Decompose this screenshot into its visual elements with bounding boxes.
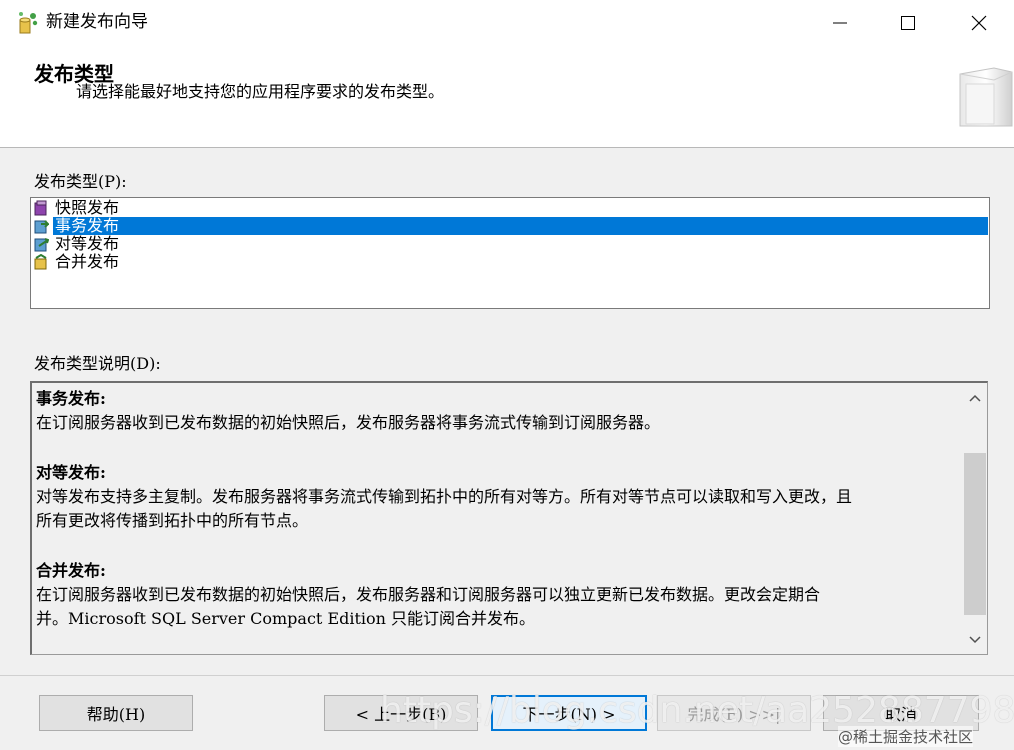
snapshot-publication-icon bbox=[34, 200, 47, 216]
wizard-header: 发布类型 请选择能最好地支持您的应用程序要求的发布类型。 bbox=[0, 46, 1014, 148]
description-content: 事务发布: 在订阅服务器收到已发布数据的初始快照后，发布服务器将事务流式传输到订… bbox=[36, 387, 956, 632]
list-item-label: 对等发布 bbox=[55, 234, 120, 253]
description-textbox[interactable]: 事务发布: 在订阅服务器收到已发布数据的初始快照后，发布服务器将事务流式传输到订… bbox=[30, 381, 988, 655]
description-section-title: 合并发布: bbox=[36, 560, 106, 580]
help-button[interactable]: 帮助(H) bbox=[39, 695, 193, 731]
list-item-label: 事务发布 bbox=[53, 217, 988, 235]
back-button[interactable]: < 上一步(B) bbox=[324, 695, 478, 731]
close-icon bbox=[971, 15, 987, 31]
publication-type-list[interactable]: 快照发布 事务发布 对等发布 合并发布 bbox=[30, 197, 990, 309]
page-subtitle: 请选择能最好地支持您的应用程序要求的发布类型。 bbox=[76, 82, 445, 101]
minimize-button[interactable] bbox=[805, 0, 875, 46]
description-section-title: 事务发布: bbox=[36, 389, 106, 408]
finish-button[interactable]: 完成(F) >>| bbox=[657, 695, 811, 731]
description-text: 并。Microsoft SQL Server Compact Edition 只… bbox=[36, 609, 536, 628]
scroll-up-button[interactable] bbox=[962, 385, 987, 411]
cancel-button[interactable]: 取消 bbox=[823, 695, 979, 731]
description-text: 在订阅服务器收到已发布数据的初始快照后，发布服务器将事务流式传输到订阅服务器。 bbox=[36, 413, 661, 432]
maximize-button[interactable] bbox=[873, 0, 943, 46]
minimize-icon bbox=[833, 22, 847, 24]
publication-wizard-icon bbox=[19, 12, 38, 34]
next-button[interactable]: 下一步(N) > bbox=[491, 695, 647, 731]
list-item-label: 合并发布 bbox=[55, 252, 120, 271]
description-text: 所有更改将传播到拓扑中的所有节点。 bbox=[36, 511, 309, 530]
wizard-graphic-icon bbox=[959, 67, 1013, 127]
description-text: 在订阅服务器收到已发布数据的初始快照后，发布服务器和订阅服务器可以独立更新已发布… bbox=[36, 584, 821, 604]
list-item-peer-to-peer[interactable]: 对等发布 bbox=[32, 235, 988, 253]
footer-divider bbox=[0, 675, 1014, 676]
title-bar: 新建发布向导 bbox=[0, 0, 1014, 46]
maximize-icon bbox=[901, 16, 915, 30]
chevron-down-icon bbox=[969, 636, 981, 644]
list-item-label: 快照发布 bbox=[55, 198, 120, 217]
chevron-up-icon bbox=[969, 394, 981, 402]
close-button[interactable] bbox=[944, 0, 1014, 46]
merge-publication-icon bbox=[34, 254, 47, 270]
publication-type-label: 发布类型(P): bbox=[34, 172, 127, 191]
window-title: 新建发布向导 bbox=[46, 12, 148, 32]
description-scrollbar[interactable] bbox=[962, 383, 987, 654]
description-section-title: 对等发布: bbox=[36, 462, 106, 482]
list-item-merge[interactable]: 合并发布 bbox=[32, 253, 988, 271]
peer-to-peer-publication-icon bbox=[34, 238, 49, 252]
scroll-down-button[interactable] bbox=[962, 627, 987, 653]
description-label: 发布类型说明(D): bbox=[34, 354, 161, 373]
list-item-transactional[interactable]: 事务发布 bbox=[32, 217, 988, 235]
transactional-publication-icon bbox=[34, 220, 49, 234]
list-item-snapshot[interactable]: 快照发布 bbox=[32, 199, 988, 217]
scroll-thumb[interactable] bbox=[964, 453, 986, 615]
description-text: 对等发布支持多主复制。发布服务器将事务流式传输到拓扑中的所有对等方。所有对等节点… bbox=[36, 486, 853, 506]
